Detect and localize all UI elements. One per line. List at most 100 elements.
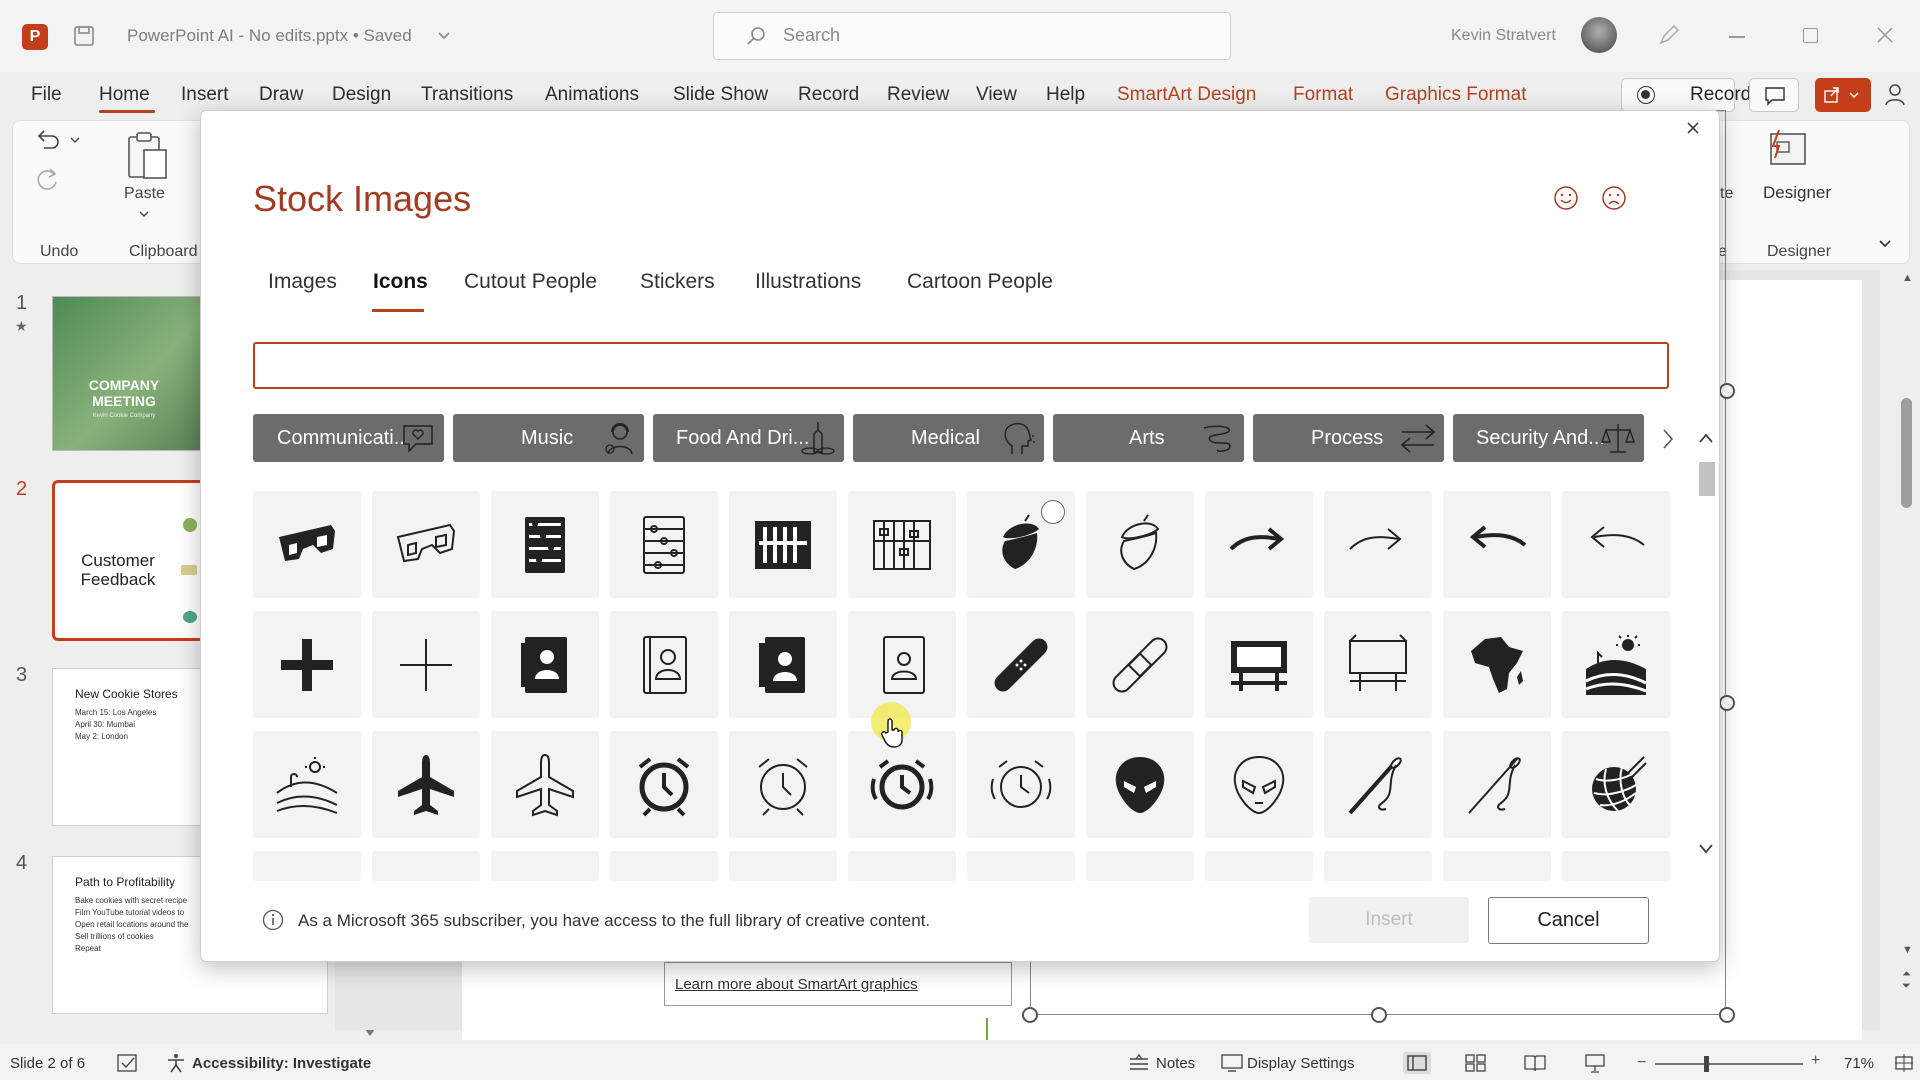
designer-icon[interactable]	[1765, 128, 1811, 170]
share-button[interactable]	[1815, 78, 1871, 112]
category-food-and-drink[interactable]: Food And Dri...	[653, 414, 844, 462]
icon-tile-address-book[interactable]	[491, 611, 599, 718]
icon-tile-arrow-left-curve-outline[interactable]	[1562, 491, 1670, 598]
icon-tile-farm-landscape-outline[interactable]	[253, 731, 361, 838]
menu-format[interactable]: Format	[1293, 84, 1353, 106]
icon-tile-partial[interactable]	[848, 851, 956, 881]
menu-help[interactable]: Help	[1046, 84, 1085, 106]
icon-tile-partial[interactable]	[1086, 851, 1194, 881]
ribbon-collapse-chevron-icon[interactable]	[1878, 239, 1892, 249]
icon-tile-alarm-ringing-outline[interactable]	[967, 731, 1075, 838]
person-settings-icon[interactable]	[1883, 82, 1909, 108]
notes-icon[interactable]	[1128, 1053, 1150, 1073]
icon-tile-partial[interactable]	[372, 851, 480, 881]
category-arts[interactable]: Arts	[1053, 414, 1244, 462]
icon-tile-abacus-square[interactable]	[729, 491, 837, 598]
user-name[interactable]: Kevin Stratvert	[1451, 27, 1556, 45]
menu-home[interactable]: Home	[99, 84, 150, 106]
menu-transitions[interactable]: Transitions	[421, 84, 513, 106]
resize-handle[interactable]	[1719, 383, 1735, 399]
icon-grid-scrollbar[interactable]	[1697, 460, 1719, 880]
restore-icon[interactable]	[1803, 28, 1818, 43]
zoom-slider[interactable]	[1655, 1063, 1803, 1065]
insert-button[interactable]: Insert	[1309, 897, 1469, 943]
icon-tile-needle-outline[interactable]	[1443, 731, 1551, 838]
resize-handle[interactable]	[1022, 1007, 1038, 1023]
pen-icon[interactable]	[1656, 22, 1682, 48]
icon-tile-contact-card-outline[interactable]	[848, 611, 956, 718]
accessibility-status[interactable]: Accessibility: Investigate	[192, 1055, 371, 1072]
icon-tile-arrow-left-curve[interactable]	[1443, 491, 1551, 598]
save-icon[interactable]	[72, 24, 96, 48]
menu-insert[interactable]: Insert	[181, 84, 229, 106]
redo-icon[interactable]	[34, 166, 62, 194]
tab-cartoon-people[interactable]: Cartoon People	[907, 270, 1053, 294]
document-title[interactable]: PowerPoint AI - No edits.pptx • Saved	[127, 26, 412, 46]
category-music[interactable]: Music	[453, 414, 644, 462]
icon-tile-alarm-clock[interactable]	[610, 731, 718, 838]
resize-handle[interactable]	[1719, 695, 1735, 711]
zoom-level[interactable]: 71%	[1844, 1055, 1874, 1072]
smiley-feedback-icon[interactable]	[1553, 185, 1579, 211]
icon-tile-abacus-outline[interactable]	[610, 491, 718, 598]
paste-icon[interactable]	[126, 130, 170, 182]
tab-stickers[interactable]: Stickers	[640, 270, 715, 294]
category-security-and-justice[interactable]: Security And...	[1453, 414, 1644, 462]
icon-tile-farm-landscape[interactable]	[1562, 611, 1670, 718]
comments-button[interactable]	[1749, 78, 1799, 112]
tab-images[interactable]: Images	[268, 270, 337, 294]
menu-animations[interactable]: Animations	[545, 84, 639, 106]
menu-record[interactable]: Record	[798, 84, 859, 106]
scroll-down-chevron-icon[interactable]	[1698, 843, 1714, 855]
display-settings-icon[interactable]	[1221, 1053, 1243, 1073]
slide-sorter-icon[interactable]	[1465, 1054, 1487, 1072]
icon-tile-airplane[interactable]	[372, 731, 480, 838]
close-icon[interactable]	[1876, 26, 1894, 44]
icon-tile-partial[interactable]	[967, 851, 1075, 881]
slideshow-view-icon[interactable]	[1584, 1053, 1606, 1073]
category-process[interactable]: Process	[1253, 414, 1444, 462]
designer-label[interactable]: Designer	[1763, 183, 1831, 203]
resize-handle[interactable]	[1719, 1007, 1735, 1023]
menu-view[interactable]: View	[976, 84, 1017, 106]
menu-design[interactable]: Design	[332, 84, 391, 106]
icon-tile-arrow-right-curve-outline[interactable]	[1324, 491, 1432, 598]
chevron-down-icon[interactable]	[438, 31, 450, 41]
icon-tile-partial[interactable]	[729, 851, 837, 881]
icon-tile-address-book-outline[interactable]	[610, 611, 718, 718]
menu-review[interactable]: Review	[887, 84, 949, 106]
normal-view-icon[interactable]	[1403, 1052, 1431, 1074]
zoom-slider-thumb[interactable]	[1704, 1056, 1709, 1072]
category-communication[interactable]: Communicati...	[253, 414, 444, 462]
reading-view-icon[interactable]	[1524, 1054, 1546, 1072]
icon-tile-3d-glasses-outline[interactable]	[372, 491, 480, 598]
minimize-icon[interactable]	[1729, 36, 1745, 38]
menu-file[interactable]: File	[31, 84, 62, 106]
undo-icon[interactable]	[34, 126, 62, 152]
paste-dropdown-chevron-icon[interactable]	[139, 210, 149, 218]
icon-search-input[interactable]	[253, 342, 1669, 389]
icon-tile-partial[interactable]	[1443, 851, 1551, 881]
cancel-button[interactable]: Cancel	[1488, 897, 1649, 944]
icon-tile-plus-outline[interactable]	[372, 611, 480, 718]
scrollbar-thumb[interactable]	[1901, 398, 1912, 508]
scroll-up-chevron-icon[interactable]	[1698, 432, 1714, 444]
menu-draw[interactable]: Draw	[259, 84, 303, 106]
learn-more-link[interactable]: Learn more about SmartArt graphics	[675, 976, 918, 993]
vertical-scrollbar[interactable]: ▲ ▼ ⏶ ⏷	[1896, 268, 1920, 1038]
icon-tile-bandage[interactable]	[967, 611, 1075, 718]
icon-tile-abacus[interactable]	[491, 491, 599, 598]
frown-feedback-icon[interactable]	[1601, 185, 1627, 211]
menu-graphics-format[interactable]: Graphics Format	[1385, 84, 1526, 106]
dialog-close-icon[interactable]	[1686, 121, 1700, 135]
icon-tile-plus[interactable]	[253, 611, 361, 718]
icon-tile-partial[interactable]	[1562, 851, 1670, 881]
paste-label[interactable]: Paste	[124, 185, 165, 203]
icon-tile-contact-card[interactable]	[729, 611, 837, 718]
icon-tile-airplane-outline[interactable]	[491, 731, 599, 838]
icon-tile-partial[interactable]	[1324, 851, 1432, 881]
icon-tile-bandage-outline[interactable]	[1086, 611, 1194, 718]
select-checkbox[interactable]	[1041, 500, 1065, 524]
zoom-out-icon[interactable]: −	[1637, 1054, 1646, 1072]
zoom-in-icon[interactable]: +	[1811, 1052, 1820, 1070]
